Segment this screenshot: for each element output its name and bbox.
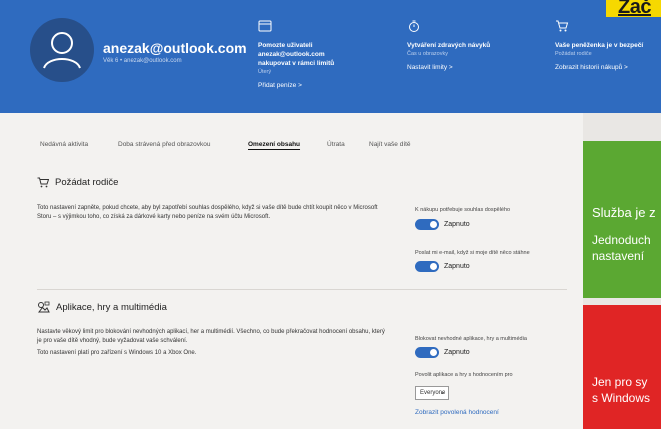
apps-description: Nastavte věkový limit pro blokování nevh… [37,329,385,344]
apps-games-icon [37,301,50,313]
card-icon [258,20,272,32]
purchase-history-link[interactable]: Zobrazit historii nákupů > [555,63,661,72]
header-column-title: Vaše peněženka je v bezpečí [555,42,644,49]
chevron-down-icon: ⌄ [439,390,445,396]
magazine-badge-text: Zač [618,0,651,17]
magazine-badge: Zač [606,0,661,17]
header-column-title: Pomozte uživateli anezak@outlook.com nak… [258,42,335,67]
tab-screen-time[interactable]: Doba strávená před obrazovkou [118,141,211,148]
promo-red-line2: s Windows [592,391,651,405]
promo-tile-green[interactable]: Služba je z Jednoduch nastavení [583,141,661,298]
timer-icon [409,20,419,32]
email-download-label: Poslat mi e-mail, když si moje dítě něco… [415,250,530,256]
cart-icon [556,20,569,32]
section-divider [37,289,567,290]
person-icon [43,32,81,69]
tab-content-restrictions[interactable]: Omezení obsahu [248,141,300,148]
block-apps-toggle-state: Zapnuto [444,349,470,356]
block-apps-toggle[interactable] [415,347,439,358]
header-column-habits: Vytváření zdravých návyků Čas u obrazovk… [407,20,522,72]
tab-find-child[interactable]: Najít vaše dítě [369,141,411,148]
promo-tile-red[interactable]: Jen pro sy s Windows [583,305,661,429]
tab-spending[interactable]: Útrata [327,141,345,148]
header-column-money: Pomozte uživateli anezak@outlook.com nak… [258,20,358,90]
user-email: anezak@outlook.com [103,40,247,56]
rating-label: Povolit aplikace a hry s hodnocením pro [415,372,513,378]
avatar[interactable] [30,18,94,82]
apps-title: Aplikace, hry a multimédia [56,301,167,313]
email-download-toggle[interactable] [415,261,439,272]
set-limits-link[interactable]: Nastavit limity > [407,63,522,72]
cart-icon [37,177,49,188]
header-column-wallet: Vaše peněženka je v bezpečí Požádat rodi… [555,20,661,72]
promo-green-line1: Služba je z [592,205,656,220]
apps-platform-note: Toto nastavení platí pro zařízení s Wind… [37,350,197,356]
rating-select[interactable]: Everyone ⌄ [415,386,449,400]
promo-green-line2: Jednoduch [592,233,651,247]
tab-recent-activity[interactable]: Nedávná aktivita [40,141,88,148]
ask-parent-title: Požádat rodiče [55,177,119,188]
header-column-sub: Požádat rodiče [555,51,592,57]
add-money-link[interactable]: Přidat peníze > [258,81,358,90]
account-header: anezak@outlook.com Věk 6 • anezak@outloo… [0,0,661,113]
promo-green-line3: nastavení [592,249,645,263]
header-column-title: Vytváření zdravých návyků [407,42,491,49]
header-column-sub: Čas u obrazovky [407,51,448,57]
approval-toggle[interactable] [415,219,439,230]
content-area [0,113,583,429]
approval-label: K nákupu potřebuje souhlas dospělého [415,207,511,213]
user-subtitle: Věk 6 • anezak@outlook.com [103,58,182,64]
promo-red-line1: Jen pro sy [592,375,648,389]
allowed-ratings-link[interactable]: Zobrazit povolená hodnocení [415,409,499,416]
ask-parent-heading: Požádat rodiče [37,177,118,188]
email-download-toggle-state: Zapnuto [444,263,470,270]
ask-parent-description: Toto nastavení zapněte, pokud chcete, ab… [37,205,378,220]
approval-toggle-state: Zapnuto [444,221,470,228]
block-apps-label: Blokovat nevhodné aplikace, hry a multim… [415,336,527,342]
header-column-sub: Úterý [258,69,272,75]
apps-heading: Aplikace, hry a multimédia [37,301,167,313]
